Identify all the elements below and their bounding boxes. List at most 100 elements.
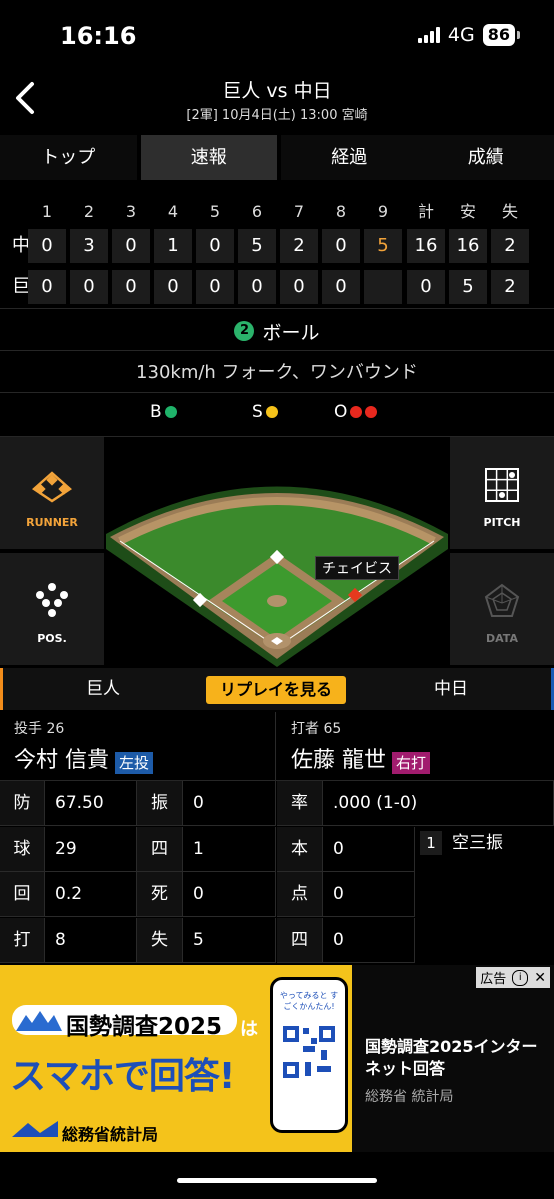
pitcher-stat-key: 死 (137, 872, 183, 917)
pitcher-stat-value: 5 (183, 917, 276, 963)
data-label: DATA (486, 632, 518, 645)
divider (0, 392, 554, 393)
inning-header: 6 (251, 202, 263, 221)
score-cell: 3 (70, 229, 108, 263)
inning-header: 2 (83, 202, 95, 221)
ad-image[interactable]: 国勢調査2025 は スマホで回答! 総務省統計局 やってみると すごくかんたん… (0, 965, 352, 1152)
batter-card[interactable]: 打者 65 佐藤 龍世 右打 (277, 712, 554, 780)
pitch-result: 2 ボール (0, 313, 554, 349)
ad-banner-ha: は (240, 1019, 258, 1040)
tab-stats[interactable]: 成績 (417, 135, 554, 180)
score-cell: 0 (154, 270, 192, 304)
ad-banner-main: スマホで回答! (10, 1056, 235, 1097)
score-cell: 0 (407, 270, 445, 304)
pitcher-hand-badge: 左投 (115, 751, 154, 774)
ad-headline[interactable]: 国勢調査2025インターネット回答 (365, 1036, 545, 1080)
score-cell: 5 (364, 229, 402, 263)
pitcher-stat-key: 四 (137, 826, 183, 872)
score-cell (364, 270, 402, 304)
status-indicators: 4G 86 (417, 24, 520, 46)
data-button[interactable]: DATA (450, 553, 554, 665)
score-cell: 16 (407, 229, 445, 263)
status-time: 16:16 (60, 22, 137, 50)
team-tab-away[interactable]: 中日 (351, 668, 554, 710)
bso-count: B S O (0, 398, 554, 428)
score-cell: 0 (238, 270, 276, 304)
pitcher-stat-key: 防 (0, 781, 45, 826)
ad-label-text: 広告 (480, 972, 507, 987)
inning-header: 1 (41, 202, 53, 221)
pitcher-stat-key: 回 (0, 872, 45, 917)
batter-name: 佐藤 龍世 (291, 748, 386, 773)
home-indicator[interactable] (177, 1178, 377, 1183)
fielder-tag: チェイビス (315, 556, 399, 580)
ball-dot (164, 406, 177, 418)
info-icon[interactable]: i (512, 969, 529, 986)
pitch-label: PITCH (483, 516, 521, 529)
inning-header: 失 (501, 202, 518, 221)
pitcher-stat-value: 0.2 (45, 872, 137, 917)
inning-header: 計 (417, 202, 434, 221)
scoreboard-header: 1 2 3 4 5 6 7 8 9 計 安 失 (0, 195, 554, 229)
runner-button[interactable]: RUNNER (0, 437, 104, 549)
pitcher-name: 今村 信貴 (14, 748, 109, 773)
strike-dot (265, 406, 278, 418)
score-cell: 0 (280, 270, 318, 304)
pitcher-card[interactable]: 投手 26 今村 信貴 左投 (0, 712, 276, 780)
phone-text: やってみると すごくかんたん! (279, 991, 339, 1011)
score-cell: 5 (238, 229, 276, 263)
page-title: 巨人 vs 中日 (222, 80, 332, 102)
ball-number-badge: 2 (234, 321, 255, 341)
tab-progress[interactable]: 経過 (281, 135, 418, 180)
batter-stat-value: 0 (323, 826, 415, 872)
ad-sponsor: 総務省 統計局 (365, 1089, 454, 1105)
batter-stat-value: 0 (323, 872, 415, 917)
batter-stat-key: 率 (277, 781, 323, 826)
pos-label: POS. (37, 632, 67, 645)
qr-code-icon (281, 1024, 337, 1080)
scoreboard-row-home: 巨00000000052 (0, 270, 554, 304)
phone-illustration: やってみると すごくかんたん! (270, 977, 348, 1133)
batter-info: 佐藤 龍世 右打 (291, 742, 431, 774)
pitcher-stat-key: 打 (0, 917, 45, 963)
pitcher-stat-value: 67.50 (45, 781, 137, 826)
pitcher-stat-value: 8 (45, 917, 137, 963)
tab-top[interactable]: トップ (0, 135, 137, 180)
replay-button[interactable]: リプレイを見る (206, 676, 346, 704)
batter-stat-key: 本 (277, 826, 323, 872)
stats-grid: 防 67.50 振 0 球 29 四 1 回 0.2 死 0 打 8 失 5 率 .000 (1-0) 本 0 点 0 四… (0, 781, 554, 964)
pitcher-stat-key: 失 (137, 917, 183, 963)
runner-icon (32, 471, 72, 503)
pos-button[interactable]: POS. (0, 553, 104, 665)
score-cell: 0 (322, 229, 360, 263)
score-cell: 2 (280, 229, 318, 263)
score-cell: 0 (322, 270, 360, 304)
close-icon[interactable]: ✕ (534, 970, 546, 986)
tab-bar: トップ 速報 経過 成績 (0, 135, 554, 180)
at-bat-number: 1 (420, 831, 442, 855)
score-cell: 16 (449, 229, 487, 263)
radar-chart-icon (484, 583, 520, 617)
pitch-button[interactable]: PITCH (450, 437, 554, 549)
scoreboard-row-away: 中 0 3 0 1 0 5 2 0 5 16 16 2 (0, 229, 554, 263)
out-dot (365, 406, 378, 418)
ad-label[interactable]: 広告 i ✕ (476, 967, 550, 988)
field-panel: RUNNER POS. PITCH DATA チェイビス (0, 437, 554, 667)
tab-live[interactable]: 速報 (140, 135, 277, 180)
network-label: 4G (447, 24, 475, 46)
game-info: [2軍] 10月4日(土) 13:00 宮崎 (186, 108, 368, 123)
divider (0, 350, 554, 351)
ministry-logo-icon (12, 1121, 58, 1137)
strike-count: S (252, 402, 278, 422)
pitcher-info: 今村 信貴 左投 (14, 742, 154, 774)
pitcher-stat-value: 29 (45, 826, 137, 872)
pitch-zone-icon (485, 468, 519, 502)
ad-banner-title: 国勢調査2025 (66, 1014, 223, 1040)
score-cell: 0 (28, 270, 66, 304)
ball-label: B (150, 402, 162, 422)
team-tab-home[interactable]: 巨人 (0, 668, 203, 710)
runner-label: RUNNER (26, 516, 78, 529)
inning-header: 5 (209, 202, 221, 221)
out-label: O (334, 402, 348, 422)
pitcher-stat-value: 1 (183, 826, 276, 872)
